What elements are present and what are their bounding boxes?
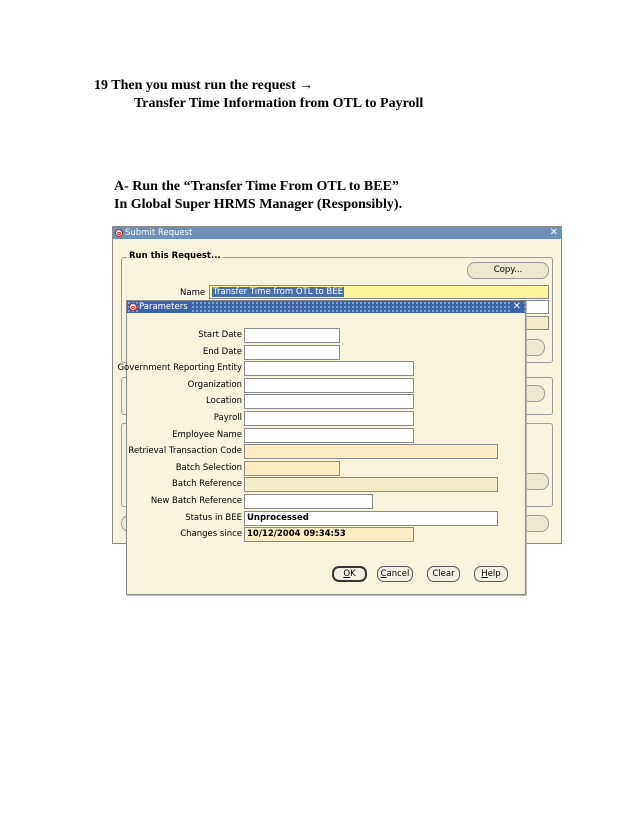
parameters-titlebar[interactable]: Parameters ✕ [127,301,525,313]
organization-label: Organization [187,380,242,390]
run-request-group-label: Run this Request... [127,251,223,261]
close-icon[interactable]: ✕ [511,301,522,313]
batch-reference-label: Batch Reference [172,479,242,489]
name-field[interactable]: Transfer Time from OTL to BEE [209,285,549,299]
end-date-field[interactable] [244,345,340,360]
name-field-value: Transfer Time from OTL to BEE [212,287,344,297]
batch-selection-field[interactable] [244,461,340,476]
government-reporting-entity-field[interactable] [244,361,414,376]
new-batch-reference-field[interactable] [244,494,373,509]
help-button[interactable]: Help [474,566,508,582]
batch-selection-label: Batch Selection [175,463,242,473]
payroll-field[interactable] [244,411,414,426]
status-in-bee-label: Status in BEE [185,513,242,523]
ok-button[interactable]: OK [332,566,367,582]
cancel-button[interactable]: Cancel [377,566,413,582]
changes-since-label: Changes since [180,529,242,539]
status-in-bee-field[interactable]: Unprocessed [244,511,498,526]
arrow-right-icon: → [299,78,314,93]
changes-since-field[interactable]: 10/12/2004 09:34:53 [244,527,414,542]
location-label: Location [206,396,242,406]
ok-label: K [350,569,356,579]
submit-request-titlebar[interactable]: Submit Request ✕ [113,227,561,239]
step-heading: 19 Then you must run the request → [94,78,313,94]
name-label: Name [180,288,206,298]
name-extra-field[interactable] [525,300,549,314]
retrieval-transaction-code-field[interactable] [244,444,498,459]
parameters-title: Parameters [139,301,191,313]
organization-field[interactable] [244,378,414,393]
name-extra-field-2[interactable] [525,316,549,330]
start-date-field[interactable] [244,328,340,343]
close-icon[interactable]: ✕ [550,227,558,239]
employee-name-field[interactable] [244,428,414,443]
oracle-logo-icon [129,303,137,311]
retrieval-transaction-code-label: Retrieval Transaction Code [128,446,242,456]
section-heading-line2: In Global Super HRMS Manager (Responsibl… [114,197,403,212]
clear-button[interactable]: Clear [427,566,460,582]
end-date-label: End Date [202,347,242,357]
cancel-label: ancel [386,569,410,579]
help-label: elp [487,569,501,579]
start-date-label: Start Date [198,330,242,340]
oracle-logo-icon [115,229,123,237]
location-field[interactable] [244,394,414,409]
government-reporting-entity-label: Government Reporting Entity [117,363,242,373]
employee-name-label: Employee Name [172,430,242,440]
payroll-label: Payroll [213,413,242,423]
copy-button[interactable]: Copy... [467,262,549,279]
parameters-window: Parameters ✕ Start Date End Date Governm… [117,300,526,595]
submit-request-title: Submit Request [125,228,193,238]
step-heading-text: 19 Then you must run the request [94,78,296,93]
batch-reference-field[interactable] [244,477,498,492]
section-heading-line1: A- Run the “Transfer Time From OTL to BE… [114,179,399,194]
new-batch-reference-label: New Batch Reference [150,496,242,506]
step-subheading: Transfer Time Information from OTL to Pa… [134,96,424,111]
